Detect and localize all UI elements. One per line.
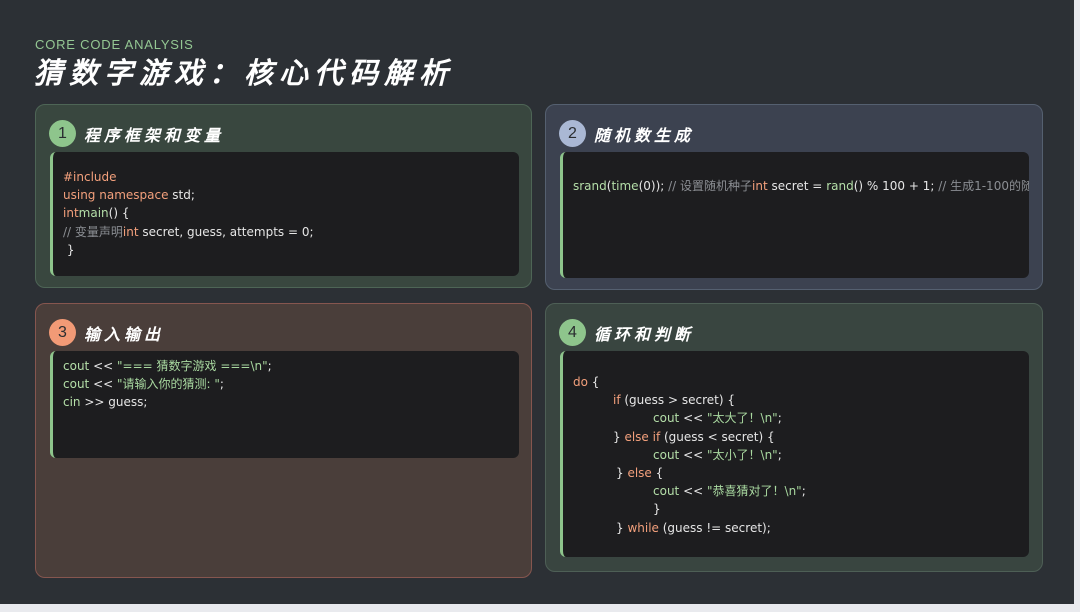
code-text: (guess < secret) { (660, 429, 775, 444)
code-line: cout << "恭喜猜对了！\n"; (573, 482, 1019, 500)
code-text: secret, guess, attempts = 0; (138, 224, 314, 239)
step-number-badge: 1 (49, 120, 76, 147)
panel-title: 程序框架和变量 (84, 125, 225, 145)
code-function: cout (63, 377, 90, 392)
code-text: ; (267, 359, 272, 373)
code-line: // 变量声明int secret, guess, attempts = 0; (63, 223, 509, 241)
code-string: "=== 猜数字游戏 ===\n" (117, 359, 268, 373)
code-keyword: #include (63, 170, 117, 184)
code-keyword: int (752, 179, 768, 193)
code-function: rand (826, 179, 854, 193)
code-block: do {if (guess > secret) {cout << "太大了！\n… (560, 351, 1029, 557)
code-line: srand(time(0)); // 设置随机种子int secret = ra… (573, 177, 1029, 195)
code-line: } while (guess != secret); (573, 519, 1019, 537)
code-text: { (587, 375, 600, 389)
code-line: cout << "太大了！\n"; (573, 409, 1019, 427)
code-line: cout << "请输入你的猜测: "; (63, 375, 509, 393)
panel-random-number: 2 随机数生成 srand(time(0)); // 设置随机种子int sec… (545, 104, 1043, 290)
code-text: (guess > secret) { (620, 393, 735, 408)
code-text: } (613, 429, 625, 444)
code-line: } (573, 500, 1019, 518)
code-text: ; (777, 447, 782, 462)
panel-header: 2 随机数生成 (559, 120, 694, 147)
slide: CORE CODE ANALYSIS 猜数字游戏：核心代码解析 1 程序框架和变… (0, 0, 1074, 604)
code-text: << (679, 484, 707, 499)
code-block: #include using namespace std; intmain() {/… (50, 152, 519, 276)
code-text: (0)); (638, 179, 669, 193)
code-function: cout (63, 359, 90, 373)
code-keyword: using namespace (63, 188, 169, 203)
code-text: << (679, 411, 707, 426)
panel-framework-variables: 1 程序框架和变量 #include using namespace std; in… (35, 104, 532, 288)
code-line: do { (573, 373, 1019, 391)
code-line: } else if (guess < secret) { (573, 428, 1019, 446)
code-keyword: while (627, 520, 659, 535)
code-line: using namespace std; (63, 186, 509, 204)
page-title: 猜数字游戏：核心代码解析 (34, 56, 455, 90)
step-number-badge: 3 (49, 319, 76, 346)
panel-header: 4 循环和判断 (559, 319, 694, 346)
code-function: cout (653, 447, 680, 462)
step-number-badge: 2 (559, 120, 586, 147)
code-comment: // 设置随机种子 (668, 179, 753, 193)
code-text: secret = (767, 179, 827, 193)
code-line: cout << "太小了！\n"; (573, 446, 1019, 464)
code-text: () % 100 + 1; (853, 179, 939, 193)
code-text: } (653, 502, 661, 517)
code-function: cout (653, 484, 680, 499)
code-text: ; (219, 377, 224, 392)
code-line: } else { (573, 464, 1019, 482)
code-text: } (616, 520, 628, 535)
code-function: cout (653, 411, 680, 426)
code-block: cout << "=== 猜数字游戏 ===\n"; cout << "请输入你的… (50, 351, 519, 458)
code-text: << (679, 447, 707, 462)
code-text: ; (777, 411, 782, 426)
code-text: } (616, 465, 628, 480)
panel-title: 随机数生成 (594, 125, 695, 145)
code-keyword: else if (624, 429, 661, 444)
code-text: << (89, 377, 117, 392)
code-line: #include (63, 168, 509, 186)
code-keyword: else (627, 465, 652, 480)
code-line: } (63, 241, 509, 259)
code-text: } (63, 242, 75, 257)
code-text: { (651, 465, 664, 480)
code-function: srand (573, 179, 607, 193)
code-function: cin (63, 395, 81, 410)
code-text: >> guess; (80, 395, 148, 410)
panel-loop-conditions: 4 循环和判断 do {if (guess > secret) {cout <<… (545, 303, 1043, 572)
code-string: "请输入你的猜测: " (117, 377, 220, 392)
code-line: intmain() { (63, 204, 509, 222)
code-text: std; (168, 188, 195, 203)
panel-header: 1 程序框架和变量 (49, 120, 224, 147)
panel-input-output: 3 输入输出 cout << "=== 猜数字游戏 ===\n"; cout <<… (35, 303, 532, 578)
code-string: "太小了！\n" (707, 447, 778, 462)
step-number-badge: 4 (559, 319, 586, 346)
code-function: time (611, 179, 639, 193)
code-function: main (78, 206, 109, 221)
panel-title: 循环和判断 (594, 324, 695, 344)
code-block: srand(time(0)); // 设置随机种子int secret = ra… (560, 152, 1029, 278)
code-comment: // 变量声明 (63, 224, 123, 239)
code-text: << (89, 359, 117, 373)
code-string: "太大了！\n" (707, 411, 778, 426)
panel-header: 3 输入输出 (49, 319, 164, 346)
code-keyword: int (63, 206, 79, 221)
code-line: if (guess > secret) { (573, 391, 1019, 409)
code-text: ; (801, 484, 806, 499)
code-comment: // 生成1-100的随机数 (938, 179, 1029, 193)
panel-title: 输入输出 (84, 324, 165, 344)
code-keyword: do (573, 375, 588, 389)
code-string: "恭喜猜对了！\n" (707, 484, 802, 499)
code-keyword: int (122, 224, 139, 239)
code-line: cout << "=== 猜数字游戏 ===\n"; (63, 357, 509, 375)
code-text: () { (108, 206, 130, 221)
code-text: (guess != secret); (658, 520, 771, 535)
code-line: cin >> guess; (63, 393, 509, 411)
code-keyword: if (613, 393, 621, 408)
